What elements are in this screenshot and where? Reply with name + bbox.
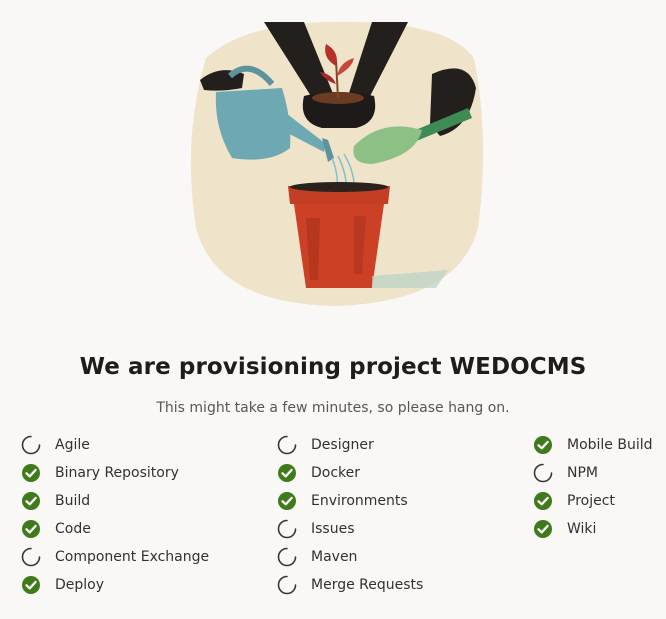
gardening-illustration-icon: [190, 21, 484, 307]
page-subtitle: This might take a few minutes, so please…: [156, 400, 510, 416]
service-label: Docker: [311, 465, 361, 481]
page-title: We are provisioning project WEDOCMS: [79, 354, 587, 380]
service-label: Wiki: [567, 521, 597, 537]
service-item-docker: Docker: [276, 459, 423, 487]
check-circle-icon: [20, 462, 42, 484]
service-label: NPM: [567, 465, 598, 481]
check-circle-icon: [20, 490, 42, 512]
loading-spinner-icon: [276, 518, 298, 540]
check-circle-icon: [532, 434, 554, 456]
service-label: Mobile Build: [567, 437, 653, 453]
service-label: Designer: [311, 437, 374, 453]
service-label: Issues: [311, 521, 355, 537]
service-column-3: Mobile Build NPM Project Wiki: [532, 431, 653, 543]
service-item-deploy: Deploy: [20, 571, 209, 599]
service-item-environments: Environments: [276, 487, 423, 515]
service-label: Project: [567, 493, 615, 509]
service-label: Build: [55, 493, 91, 509]
service-item-component-exchange: Component Exchange: [20, 543, 209, 571]
service-label: Deploy: [55, 577, 105, 593]
service-item-maven: Maven: [276, 543, 423, 571]
service-item-wiki: Wiki: [532, 515, 653, 543]
service-item-npm: NPM: [532, 459, 653, 487]
service-column-1: Agile Binary Repository Build Code Component…: [20, 431, 209, 599]
service-item-merge-requests: Merge Requests: [276, 571, 423, 599]
service-item-agile: Agile: [20, 431, 209, 459]
service-label: Maven: [311, 549, 358, 565]
loading-spinner-icon: [276, 434, 298, 456]
service-status-grid: Agile Binary Repository Build Code Component…: [0, 431, 666, 599]
service-item-build: Build: [20, 487, 209, 515]
service-column-2: Designer Docker Environments Issues Maven Mer…: [276, 431, 423, 599]
service-label: Component Exchange: [55, 549, 210, 565]
service-item-binary-repository: Binary Repository: [20, 459, 209, 487]
loading-spinner-icon: [276, 574, 298, 596]
check-circle-icon: [532, 490, 554, 512]
service-item-issues: Issues: [276, 515, 423, 543]
service-label: Agile: [55, 437, 90, 453]
service-item-code: Code: [20, 515, 209, 543]
service-item-designer: Designer: [276, 431, 423, 459]
service-item-mobile-build: Mobile Build: [532, 431, 653, 459]
loading-spinner-icon: [532, 462, 554, 484]
check-circle-icon: [20, 574, 42, 596]
service-label: Binary Repository: [55, 465, 179, 481]
gardening-illustration: [186, 18, 488, 308]
check-circle-icon: [20, 518, 42, 540]
loading-spinner-icon: [20, 546, 42, 568]
service-label: Environments: [311, 493, 408, 509]
check-circle-icon: [276, 490, 298, 512]
check-circle-icon: [276, 462, 298, 484]
loading-spinner-icon: [20, 434, 42, 456]
service-item-project: Project: [532, 487, 653, 515]
check-circle-icon: [532, 518, 554, 540]
service-label: Merge Requests: [311, 577, 424, 593]
service-label: Code: [55, 521, 91, 537]
loading-spinner-icon: [276, 546, 298, 568]
